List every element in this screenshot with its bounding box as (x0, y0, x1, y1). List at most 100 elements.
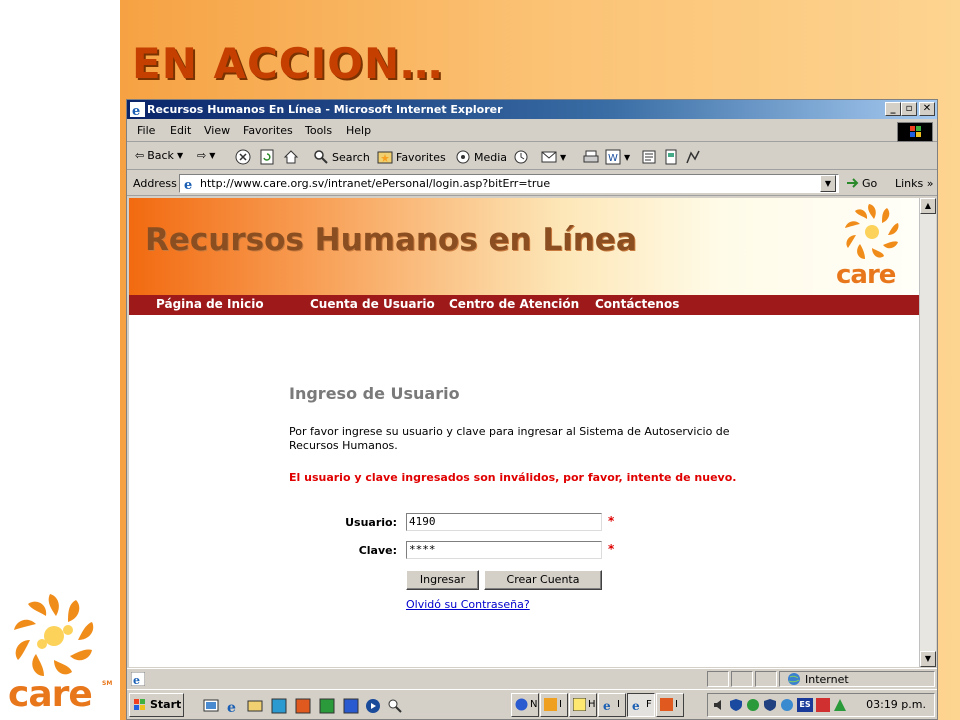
forward-button[interactable]: ⇨ ▼ (197, 149, 215, 162)
banner-care-logo: care (834, 202, 914, 292)
page-banner: Recursos Humanos en Línea care (129, 198, 919, 295)
username-input[interactable]: 4190 (406, 513, 602, 531)
language-indicator[interactable]: ES (797, 698, 813, 712)
messenger-button[interactable] (663, 149, 679, 165)
scroll-up-button[interactable]: ▲ (920, 198, 936, 214)
address-input[interactable]: e http://www.care.org.sv/intranet/ePerso… (179, 174, 839, 193)
banner-title: Recursos Humanos en Línea (145, 222, 637, 258)
go-button[interactable]: Go (845, 176, 877, 190)
page-status-icon: e (131, 672, 145, 686)
powerpoint-icon[interactable] (295, 698, 311, 714)
task-window[interactable]: I (540, 693, 568, 717)
system-tray: ES 03:19 p.m. (707, 693, 935, 717)
close-button[interactable]: ✕ (919, 102, 935, 116)
menu-bar: File Edit View Favorites Tools Help (127, 120, 937, 142)
menu-help[interactable]: Help (346, 124, 371, 137)
back-arrow-icon: ⇦ (135, 149, 145, 162)
nav-user-account[interactable]: Cuenta de Usuario (310, 297, 435, 311)
task-netscape[interactable]: N (511, 693, 539, 717)
menu-tools[interactable]: Tools (305, 124, 332, 137)
task-help[interactable]: H (569, 693, 597, 717)
slide-title: EN ACCION… (132, 39, 444, 88)
favorites-icon (377, 151, 393, 164)
show-desktop-icon[interactable] (203, 698, 219, 714)
status-cell (731, 671, 753, 687)
outlook-icon[interactable] (247, 698, 263, 714)
sync-icon[interactable] (780, 698, 794, 712)
search-files-icon[interactable] (387, 698, 403, 714)
refresh-button[interactable] (259, 149, 275, 165)
ie-logo-icon: e (130, 102, 145, 117)
windows-logo-icon (897, 122, 933, 142)
banner-logo-text: care (836, 260, 896, 290)
network-icon[interactable] (746, 698, 760, 712)
ie-quicklaunch-icon[interactable]: e (225, 698, 241, 714)
task-powerpoint[interactable]: I (656, 693, 684, 717)
media-player-icon[interactable] (365, 698, 381, 714)
care-logo-text: care (8, 674, 93, 715)
forward-arrow-icon: ⇨ (197, 149, 207, 162)
home-button[interactable] (283, 149, 299, 165)
task-icon (544, 698, 557, 711)
history-icon (514, 150, 528, 164)
login-intro-text: Por favor ingrese su usuario y clave par… (289, 425, 730, 452)
research-icon (686, 150, 700, 164)
excel-icon[interactable] (319, 698, 335, 714)
vertical-scrollbar[interactable]: ▲ ▼ (919, 198, 936, 667)
status-cell (755, 671, 777, 687)
forgot-password-link[interactable]: Olvidó su Contraseña? (406, 598, 530, 611)
discuss-button[interactable] (641, 149, 657, 165)
chevron-down-icon: ▼ (176, 151, 184, 160)
home-icon (283, 150, 299, 164)
links-button[interactable]: Links » (895, 177, 933, 190)
menu-file[interactable]: File (137, 124, 155, 137)
search-button[interactable]: Search (313, 149, 370, 165)
minimize-button[interactable]: _ (885, 102, 901, 116)
volume-icon[interactable] (712, 698, 726, 712)
task-ie[interactable]: eI (598, 693, 626, 717)
login-button[interactable]: Ingresar (406, 570, 479, 590)
maximize-button[interactable]: ▫ (901, 102, 917, 116)
menu-edit[interactable]: Edit (170, 124, 191, 137)
internet-zone: Internet (787, 672, 849, 686)
task-ie-active[interactable]: eF (627, 693, 655, 717)
edit-button[interactable]: W ▼ (605, 149, 630, 165)
scroll-down-button[interactable]: ▼ (920, 651, 936, 667)
discuss-icon (642, 150, 656, 164)
password-label: Clave: (358, 544, 397, 557)
svg-text:e: e (184, 178, 192, 191)
care-sun-icon (845, 204, 899, 259)
antivirus-icon[interactable] (763, 698, 777, 712)
nav-contact[interactable]: Contáctenos (595, 297, 679, 311)
media-button[interactable]: Media (455, 149, 507, 165)
print-button[interactable] (583, 149, 599, 165)
back-button[interactable]: ⇦ Back ▼ (135, 149, 183, 162)
address-dropdown-button[interactable]: ▼ (820, 175, 836, 192)
password-required-mark: * (608, 542, 615, 556)
stop-button[interactable] (235, 149, 251, 165)
chevron-down-icon: ▼ (209, 151, 216, 160)
word-edit-icon: W (605, 149, 621, 165)
favorites-button[interactable]: Favorites (377, 149, 446, 165)
window-titlebar[interactable]: e Recursos Humanos En Línea - Microsoft … (127, 100, 937, 119)
menu-view[interactable]: View (204, 124, 230, 137)
research-button[interactable] (685, 149, 701, 165)
nav-help-center[interactable]: Centro de Atención (449, 297, 579, 311)
word-icon[interactable] (343, 698, 359, 714)
shield-icon[interactable] (729, 698, 743, 712)
tray-app-icon[interactable] (816, 698, 830, 712)
menu-favorites[interactable]: Favorites (243, 124, 293, 137)
start-button[interactable]: Start (129, 693, 184, 717)
svg-text:e: e (132, 104, 140, 117)
create-account-button[interactable]: Crear Cuenta (484, 570, 602, 590)
history-button[interactable] (513, 149, 529, 165)
nav-home[interactable]: Página de Inicio (156, 297, 264, 311)
publisher-icon[interactable] (271, 698, 287, 714)
tray-warning-icon[interactable] (833, 698, 847, 712)
windows-flag-icon (134, 699, 145, 710)
mail-button[interactable]: ▼ (541, 149, 566, 165)
status-cell (707, 671, 729, 687)
task-icon (515, 698, 528, 711)
go-arrow-icon (847, 178, 859, 188)
password-input[interactable]: **** (406, 541, 602, 559)
